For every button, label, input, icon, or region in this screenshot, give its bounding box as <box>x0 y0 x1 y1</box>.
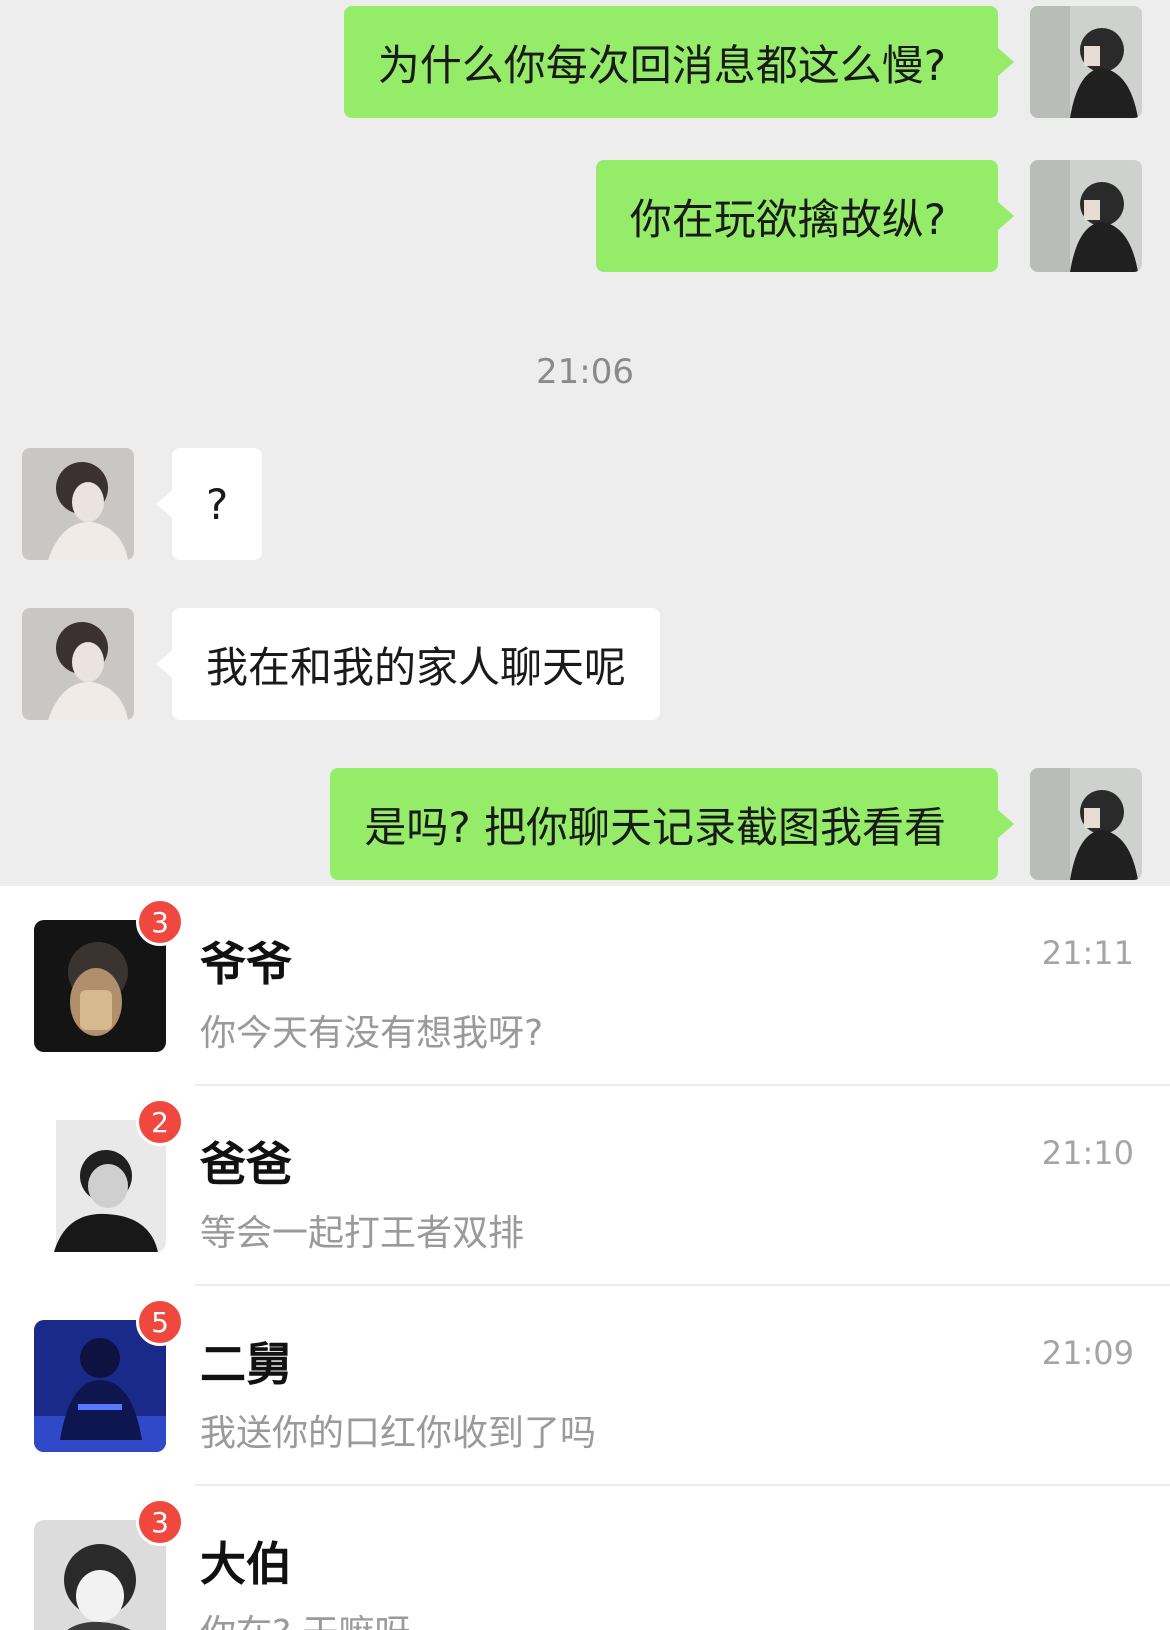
message-preview: 你今天有没有想我呀? <box>200 1013 544 1054</box>
unread-badge: 3 <box>136 1498 184 1546</box>
unread-badge: 3 <box>136 898 184 946</box>
chat-conversation: 为什么你每次回消息都这么慢? 你在玩欲擒故纵? 21:06 ? 我在和我的家人聊… <box>0 0 1170 886</box>
contact-name: 爷爷 <box>200 937 292 991</box>
message-bubble-other[interactable]: ? <box>155 448 263 560</box>
message-time: 21:09 <box>1041 1334 1134 1372</box>
message-time: 21:10 <box>1041 1134 1134 1172</box>
unread-badge: 5 <box>136 1298 184 1346</box>
message-text: 你在玩欲擒故纵? <box>629 194 946 244</box>
message-bubble-self[interactable]: 为什么你每次回消息都这么慢? <box>343 6 1015 118</box>
message-text: 为什么你每次回消息都这么慢? <box>377 40 946 90</box>
message-preview: 等会一起打王者双排 <box>200 1213 525 1254</box>
self-avatar[interactable] <box>1030 6 1142 118</box>
other-avatar-icon <box>22 608 134 720</box>
message-bubble-other[interactable]: 我在和我的家人聊天呢 <box>155 608 661 720</box>
chat-list-item[interactable]: 3 爷爷 你今天有没有想我呀? 21:11 <box>0 886 1170 1086</box>
contact-name: 爸爸 <box>200 1137 292 1191</box>
chat-list-item[interactable]: 3 大伯 你在? 干嘛呀 <box>0 1486 1170 1630</box>
message-bubble-self[interactable]: 是吗? 把你聊天记录截图我看看 <box>330 768 1014 880</box>
other-avatar[interactable] <box>22 448 134 560</box>
message-text: 是吗? 把你聊天记录截图我看看 <box>364 802 946 852</box>
self-avatar[interactable] <box>1030 768 1142 880</box>
chat-list: 3 爷爷 你今天有没有想我呀? 21:11 2 爸爸 等会一起打王者双排 21:… <box>0 886 1170 1630</box>
chat-list-item[interactable]: 2 爸爸 等会一起打王者双排 21:10 <box>0 1086 1170 1286</box>
self-avatar[interactable] <box>1030 160 1142 272</box>
self-avatar-icon <box>1030 768 1142 880</box>
self-avatar-icon <box>1030 6 1142 118</box>
contact-name: 二舅 <box>200 1337 292 1391</box>
message-text: 我在和我的家人聊天呢 <box>206 642 627 692</box>
message-time: 21:11 <box>1041 934 1134 972</box>
chat-timestamp: 21:06 <box>536 352 634 392</box>
contact-name: 大伯 <box>200 1537 292 1591</box>
chat-list-item[interactable]: 5 二舅 我送你的口红你收到了吗 21:09 <box>0 1286 1170 1486</box>
message-preview: 你在? 干嘛呀 <box>200 1604 411 1630</box>
other-avatar-icon <box>22 448 134 560</box>
message-preview: 我送你的口红你收到了吗 <box>200 1413 597 1454</box>
self-avatar-icon <box>1030 160 1142 272</box>
message-bubble-self[interactable]: 你在玩欲擒故纵? <box>595 160 1015 272</box>
other-avatar[interactable] <box>22 608 134 720</box>
message-text: ? <box>206 479 229 529</box>
unread-badge: 2 <box>136 1098 184 1146</box>
